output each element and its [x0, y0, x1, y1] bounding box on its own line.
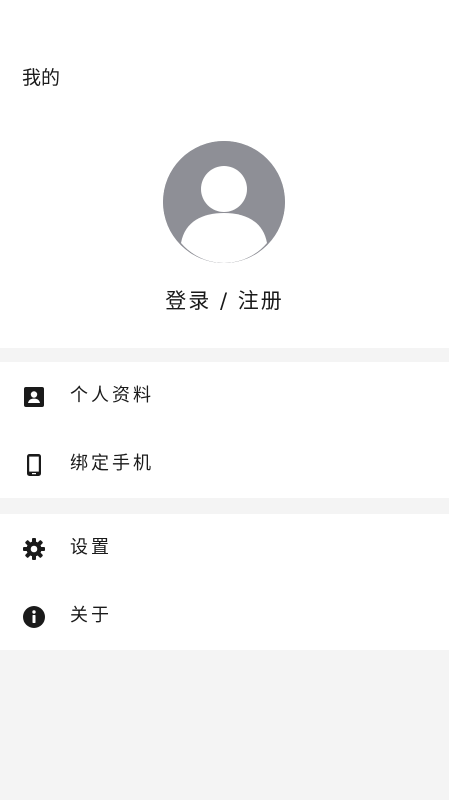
menu-item-settings[interactable]: 设置	[0, 514, 449, 582]
page-title: 我的	[22, 67, 61, 89]
phone-icon	[22, 453, 46, 477]
menu-item-label: 关于	[70, 605, 112, 626]
gear-icon	[22, 537, 46, 561]
avatar[interactable]	[163, 141, 285, 263]
avatar-placeholder-icon	[163, 141, 285, 263]
menu-item-profile[interactable]: 个人资料	[0, 362, 449, 430]
profile-header: 我的 登录 / 注册	[0, 0, 449, 348]
menu-item-about[interactable]: 关于	[0, 582, 449, 650]
contact-card-icon	[22, 385, 46, 409]
menu-item-label: 设置	[70, 537, 112, 558]
menu-group-app: 设置 关于	[0, 514, 449, 650]
menu-item-label: 绑定手机	[70, 453, 154, 474]
menu-item-bind-phone[interactable]: 绑定手机	[0, 430, 449, 498]
info-icon	[22, 605, 46, 629]
menu-item-label: 个人资料	[70, 385, 154, 406]
menu-group-account: 个人资料 绑定手机	[0, 362, 449, 498]
login-register-link[interactable]: 登录 / 注册	[0, 286, 449, 316]
